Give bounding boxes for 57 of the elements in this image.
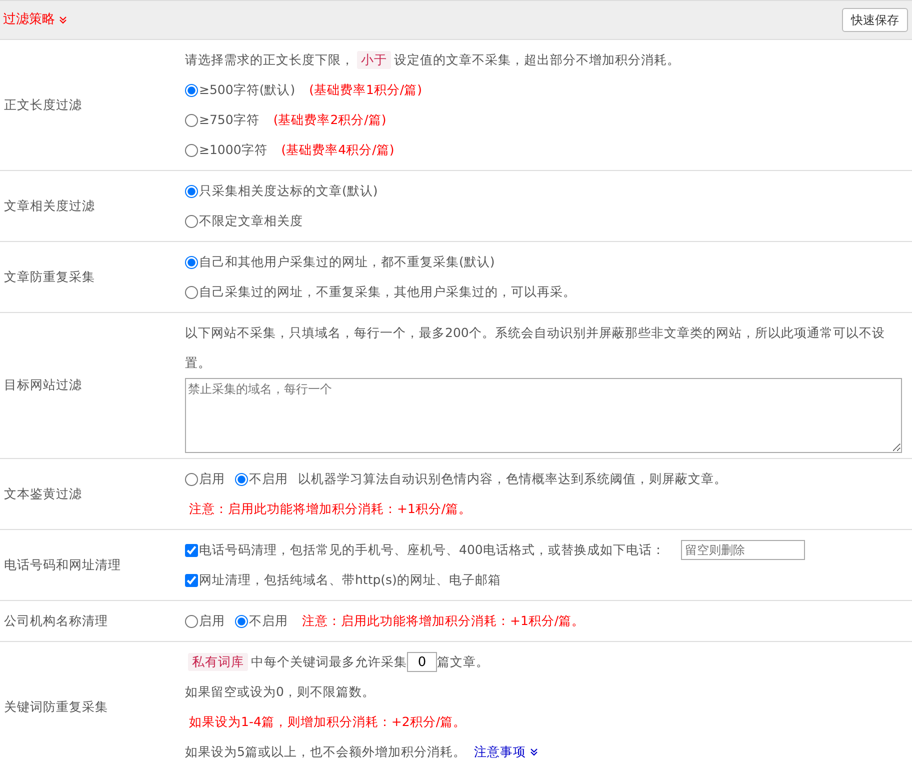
warning-text: 注意：启用此功能将增加积分消耗：+1积分/篇。	[189, 500, 472, 518]
option-label[interactable]: ≥500字符(默认)	[199, 80, 296, 100]
warning-text: 如果设为1-4篇，则增加积分消耗：+2积分/篇。	[189, 712, 466, 731]
notes-link[interactable]: 注意事项	[474, 742, 538, 762]
radio-button[interactable]	[185, 144, 198, 156]
radio-button[interactable]	[185, 84, 198, 96]
radio-button[interactable]	[185, 214, 198, 228]
help-text: 请选择需求的正文长度下限，	[185, 50, 354, 69]
radio-button[interactable]	[185, 184, 198, 198]
chevron-icon	[530, 748, 538, 756]
help-text: 如果设为5篇或以上，也不会额外增加积分消耗。	[185, 742, 466, 761]
option-label[interactable]: 不启用	[249, 470, 288, 488]
field-label: 文章防重复采集	[4, 268, 95, 286]
field-label: 文章相关度过滤	[4, 196, 95, 215]
radio-button[interactable]	[235, 472, 248, 486]
highlight-tag: 小于	[357, 50, 391, 70]
save-button[interactable]: 快速保存	[842, 8, 908, 32]
help-text: 以机器学习算法自动识别色情内容，色情概率达到系统阈值，则屏蔽文章。	[298, 470, 727, 488]
chevron-icon[interactable]	[59, 16, 67, 24]
option-label[interactable]: ≥1000字符	[199, 140, 268, 160]
radio-button[interactable]	[185, 472, 198, 486]
field-label: 关键词防重复采集	[4, 698, 108, 716]
domain-textarea[interactable]: 禁止采集的域名，每行一个	[185, 378, 902, 453]
help-text: 篇文章。	[437, 652, 489, 671]
option-label[interactable]: 只采集相关度达标的文章(默认)	[199, 182, 378, 200]
option-label[interactable]: 启用	[199, 612, 225, 630]
count-input[interactable]: 0	[407, 652, 437, 672]
radio-button[interactable]	[185, 256, 198, 268]
help-text: 如果留空或设为0，则不限篇数。	[185, 682, 375, 701]
warning-text: (基础费率1积分/篇)	[309, 80, 422, 99]
field-label: 正文长度过滤	[4, 96, 82, 114]
checkbox[interactable]	[185, 544, 198, 556]
help-text: 设定值的文章不采集，超出部分不增加积分消耗。	[394, 50, 680, 69]
option-label[interactable]: 自己和其他用户采集过的网址，都不重复采集(默认)	[199, 252, 495, 272]
radio-button[interactable]	[185, 114, 198, 126]
field-label: 目标网站过滤	[4, 376, 82, 394]
field-label: 文本鉴黄过滤	[4, 484, 82, 503]
option-label[interactable]: ≥750字符	[199, 110, 260, 130]
highlight-tag: 私有词库	[188, 652, 248, 672]
field-label: 电话号码和网址清理	[4, 556, 121, 574]
option-label[interactable]: 网址清理，包括纯域名、带http(s)的网址、电子邮箱	[199, 570, 501, 590]
warning-text: (基础费率4积分/篇)	[281, 140, 394, 159]
phone-input[interactable]: 留空则删除	[680, 540, 805, 560]
option-label[interactable]: 启用	[199, 470, 225, 488]
help-text: 以下网站不采集，只填域名，每行一个，最多200个。系统会自动识别并屏蔽那些非文章类的网站，所以此项通常可以不设置。	[185, 324, 886, 372]
checkbox[interactable]	[185, 574, 198, 586]
option-label[interactable]: 自己采集过的网址，不重复采集，其他用户采集过的，可以再采。	[199, 282, 576, 302]
warning-text: (基础费率2积分/篇)	[273, 110, 386, 129]
option-label[interactable]: 电话号码清理，包括常见的手机号、座机号、400电话格式，或替换成如下电话：	[199, 540, 665, 560]
option-label[interactable]: 不启用	[249, 612, 288, 630]
radio-button[interactable]	[185, 286, 198, 298]
field-label: 公司机构名称清理	[4, 612, 108, 630]
radio-button[interactable]	[185, 614, 198, 628]
help-text: 中每个关键词最多允许采集	[251, 652, 407, 671]
warning-text: 注意：启用此功能将增加积分消耗：+1积分/篇。	[302, 612, 585, 630]
option-label[interactable]: 不限定文章相关度	[199, 212, 303, 230]
radio-button[interactable]	[235, 614, 248, 628]
